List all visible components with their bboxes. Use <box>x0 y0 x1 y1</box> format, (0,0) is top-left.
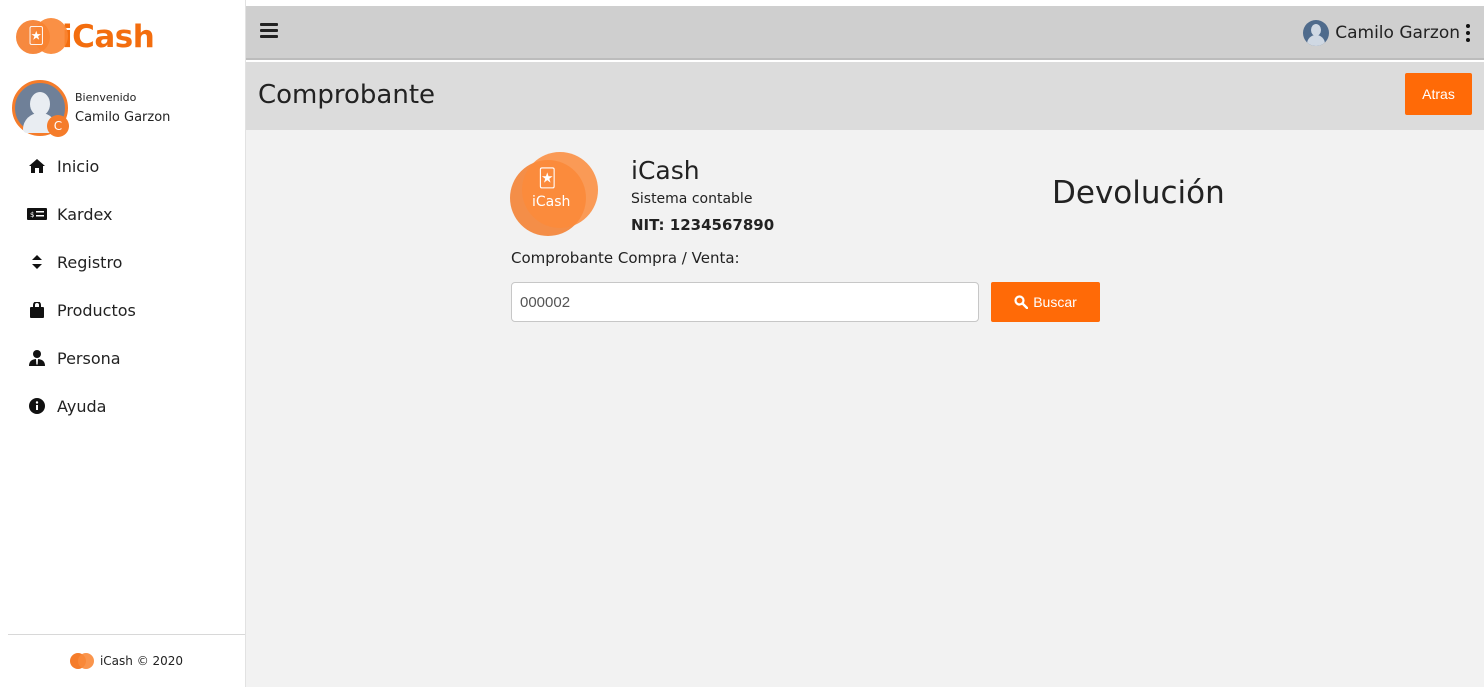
footer-text: iCash © 2020 <box>99 654 184 668</box>
welcome-text: Bienvenido <box>75 91 137 104</box>
search-icon <box>1014 295 1029 309</box>
icash-logo-icon: 🃏 <box>14 16 68 58</box>
sidebar-item-label: Persona <box>57 348 121 368</box>
sidebar-item-productos[interactable]: Productos <box>0 286 246 334</box>
voucher-label: Comprobante Compra / Venta: <box>511 249 740 267</box>
avatar-badge: C <box>47 115 69 137</box>
page-header: Comprobante Atras <box>246 62 1484 130</box>
company-logo-text: iCash <box>532 194 571 210</box>
search-button-label: Buscar <box>1033 294 1077 310</box>
avatar: C <box>12 80 69 137</box>
company-nit: NIT: 1234567890 <box>631 216 775 234</box>
sidebar-user-name: Camilo Garzon <box>75 110 171 125</box>
sidebar: 🃏 iCash C Bienvenido Camilo Garzon Inici… <box>0 0 246 687</box>
cards-icon: 🃏 <box>538 168 557 189</box>
sidebar-item-label: Registro <box>57 252 123 272</box>
company-logo: 🃏 iCash <box>510 152 600 236</box>
info-circle-icon <box>27 398 47 414</box>
user-tie-icon <box>27 350 47 366</box>
sidebar-item-persona[interactable]: Persona <box>0 334 246 382</box>
user-menu[interactable]: Camilo Garzon <box>1303 20 1470 46</box>
top-user-name: Camilo Garzon <box>1335 23 1460 43</box>
brand-logo[interactable]: 🃏 iCash <box>14 13 155 61</box>
kebab-menu-icon[interactable] <box>1466 24 1470 42</box>
sidebar-item-label: Productos <box>57 300 136 320</box>
sort-icon <box>27 255 47 269</box>
sidebar-item-kardex[interactable]: $ Kardex <box>0 190 246 238</box>
sidebar-nav: Inicio $ Kardex Registro Productos Perso… <box>0 142 246 430</box>
voucher-input[interactable] <box>511 282 979 322</box>
search-button[interactable]: Buscar <box>991 282 1100 322</box>
back-button[interactable]: Atras <box>1405 73 1472 115</box>
sidebar-user: C Bienvenido Camilo Garzon <box>12 80 171 137</box>
main-content: 🃏 iCash iCash Sistema contable NIT: 1234… <box>246 130 1484 687</box>
sidebar-item-label: Inicio <box>57 156 100 176</box>
document-title: Devolución <box>1052 175 1225 211</box>
sidebar-item-inicio[interactable]: Inicio <box>0 142 246 190</box>
svg-text:$: $ <box>30 211 34 219</box>
top-bar: Camilo Garzon <box>246 6 1484 60</box>
brand-name: iCash <box>62 19 155 55</box>
company-name: iCash <box>631 156 700 185</box>
hamburger-menu-icon[interactable] <box>260 23 278 41</box>
sidebar-footer: iCash © 2020 <box>8 634 245 687</box>
home-icon <box>27 158 47 174</box>
sidebar-item-ayuda[interactable]: Ayuda <box>0 382 246 430</box>
company-subtitle: Sistema contable <box>631 191 753 207</box>
money-icon: $ <box>27 208 47 220</box>
icash-logo-icon <box>69 652 94 670</box>
shopping-bag-icon <box>27 302 47 318</box>
sidebar-item-label: Ayuda <box>57 396 107 416</box>
sidebar-item-label: Kardex <box>57 204 113 224</box>
page-title: Comprobante <box>258 80 436 110</box>
user-avatar-icon <box>1303 20 1330 46</box>
sidebar-item-registro[interactable]: Registro <box>0 238 246 286</box>
